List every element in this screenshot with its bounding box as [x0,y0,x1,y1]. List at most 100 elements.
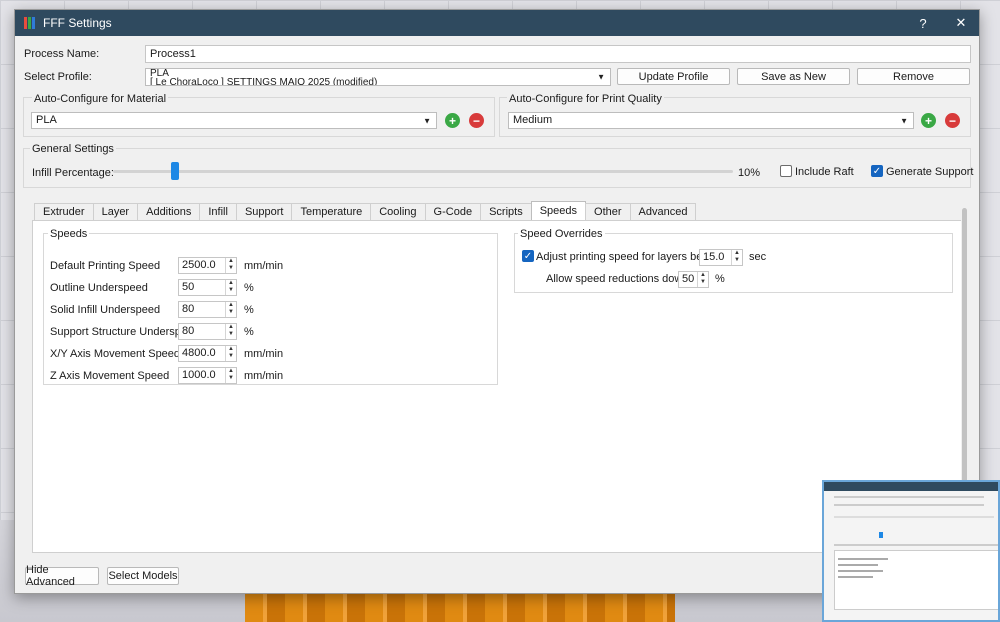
speed-row-spinbox[interactable]: 50 ▲ ▼ [178,279,237,296]
spin-arrows-icon[interactable]: ▲ ▼ [225,346,236,361]
chevron-down-icon: ▼ [597,72,605,82]
minus-icon: − [948,113,956,128]
speed-row-spinbox[interactable]: 1000.0 ▲ ▼ [178,367,237,384]
material-group-title: Auto-Configure for Material [32,93,169,105]
tab-g-code[interactable]: G-Code [424,203,482,220]
speed-row-value: 1000.0 [182,369,216,381]
spin-arrows-icon[interactable]: ▲ ▼ [225,280,236,295]
reduction-unit: % [715,273,725,285]
reduction-spinbox[interactable]: 50 ▲ ▼ [678,271,709,288]
include-raft-checkbox[interactable] [780,165,792,177]
update-profile-button[interactable]: Update Profile [617,68,730,85]
thumbnail-line [834,544,998,546]
spin-arrows-icon[interactable]: ▲ ▼ [697,272,708,287]
speed-row-value: 50 [182,281,195,293]
speed-row-label: Support Structure Underspeed [50,326,200,338]
quality-group-title: Auto-Configure for Print Quality [507,93,664,105]
help-button[interactable]: ? [903,10,943,36]
remove-material-button[interactable]: − [469,113,484,128]
speeds-group-title: Speeds [48,228,90,240]
adjust-speed-value: 15.0 [703,251,725,263]
adjust-speed-spinbox[interactable]: 15.0 ▲ ▼ [699,249,743,266]
process-name-label: Process Name: [24,48,100,60]
tab-other[interactable]: Other [585,203,631,220]
tab-extruder[interactable]: Extruder [34,203,94,220]
speed-row-label: Solid Infill Underspeed [50,304,161,316]
general-settings-title: General Settings [30,143,116,155]
window-title: FFF Settings [43,16,112,30]
speed-overrides-title: Speed Overrides [518,228,605,240]
generate-support-checkbox[interactable]: ✓ [871,165,883,177]
thumbnail-line [838,558,888,560]
spin-arrows-icon[interactable]: ▲ ▼ [225,368,236,383]
speed-row-unit: mm/min [244,370,284,382]
chevron-down-icon: ▼ [423,116,431,125]
hide-advanced-button[interactable]: Hide Advanced [25,564,99,588]
speed-row-value: 2500.0 [182,259,216,271]
adjust-speed-checkbox[interactable]: ✓ [522,250,534,262]
plus-icon: + [924,113,932,128]
tab-additions[interactable]: Additions [137,203,201,220]
process-name-input[interactable]: Process1 [145,45,971,63]
speed-row-value: 80 [182,325,195,337]
spin-arrows-icon[interactable]: ▲ ▼ [225,302,236,317]
remove-quality-button[interactable]: − [945,113,960,128]
add-material-button[interactable]: + [445,113,460,128]
speed-row-spinbox[interactable]: 4800.0 ▲ ▼ [178,345,237,362]
checkmark-icon: ✓ [523,251,533,262]
speed-row-unit: % [244,304,254,316]
thumbnail-line [838,570,883,572]
thumbnail-titlebar [824,482,998,491]
select-models-button[interactable]: Select Models [107,567,179,585]
window-thumbnail-preview [822,480,1000,622]
infill-slider-track[interactable] [113,170,733,173]
speed-row-spinbox[interactable]: 80 ▲ ▼ [178,301,237,318]
speed-row-label: X/Y Axis Movement Speed [50,348,181,360]
select-profile-label: Select Profile: [24,71,92,83]
speed-row-spinbox[interactable]: 2500.0 ▲ ▼ [178,257,237,274]
spin-arrows-icon[interactable]: ▲ ▼ [225,258,236,273]
speed-row-value: 80 [182,303,195,315]
speed-row-value: 4800.0 [182,347,216,359]
reduction-value: 50 [682,273,695,285]
generate-support-label: Generate Support [886,166,974,178]
remove-profile-button[interactable]: Remove [857,68,970,85]
close-button[interactable]: ✕ [941,10,981,36]
infill-slider-handle[interactable] [171,162,179,180]
speed-row-unit: % [244,326,254,338]
material-value: PLA [36,114,57,126]
speed-row-label: Outline Underspeed [50,282,148,294]
thumbnail-line [834,496,984,498]
tab-advanced[interactable]: Advanced [629,203,697,220]
quality-select[interactable]: Medium ▼ [508,112,914,129]
thumbnail-line [834,504,984,506]
thumbnail-line [838,576,873,578]
chevron-down-icon: ▼ [900,116,908,125]
thumbnail-slider [879,532,883,538]
spin-arrows-icon[interactable]: ▲ ▼ [225,324,236,339]
infill-value: 10% [738,167,761,179]
checkmark-icon: ✓ [872,166,882,177]
tab-scripts[interactable]: Scripts [480,203,532,220]
add-quality-button[interactable]: + [921,113,936,128]
thumbnail-line [838,564,878,566]
app-icon [24,17,35,29]
tab-support[interactable]: Support [235,203,293,220]
speed-row-unit: % [244,282,254,294]
profile-line2: [ Le ChoraLoco ] SETTINGS MAIO 2025 (mod… [150,77,378,86]
settings-tabs: Extruder Layer Additions Infill Support Tempe… [34,201,697,220]
plus-icon: + [448,113,456,128]
spin-arrows-icon[interactable]: ▲ ▼ [731,250,742,265]
tab-speeds[interactable]: Speeds [530,201,587,220]
title-bar: FFF Settings ? ✕ [15,10,979,36]
infill-label: Infill Percentage: [32,167,114,179]
tab-cooling[interactable]: Cooling [370,203,426,220]
material-select[interactable]: PLA ▼ [31,112,437,129]
tab-layer[interactable]: Layer [92,203,139,220]
tab-infill[interactable]: Infill [199,203,237,220]
tab-temperature[interactable]: Temperature [291,203,372,220]
profile-select[interactable]: PLA [ Le ChoraLoco ] SETTINGS MAIO 2025 … [145,68,611,86]
speed-row-spinbox[interactable]: 80 ▲ ▼ [178,323,237,340]
speed-row-label: Z Axis Movement Speed [50,370,170,382]
save-as-new-button[interactable]: Save as New [737,68,850,85]
